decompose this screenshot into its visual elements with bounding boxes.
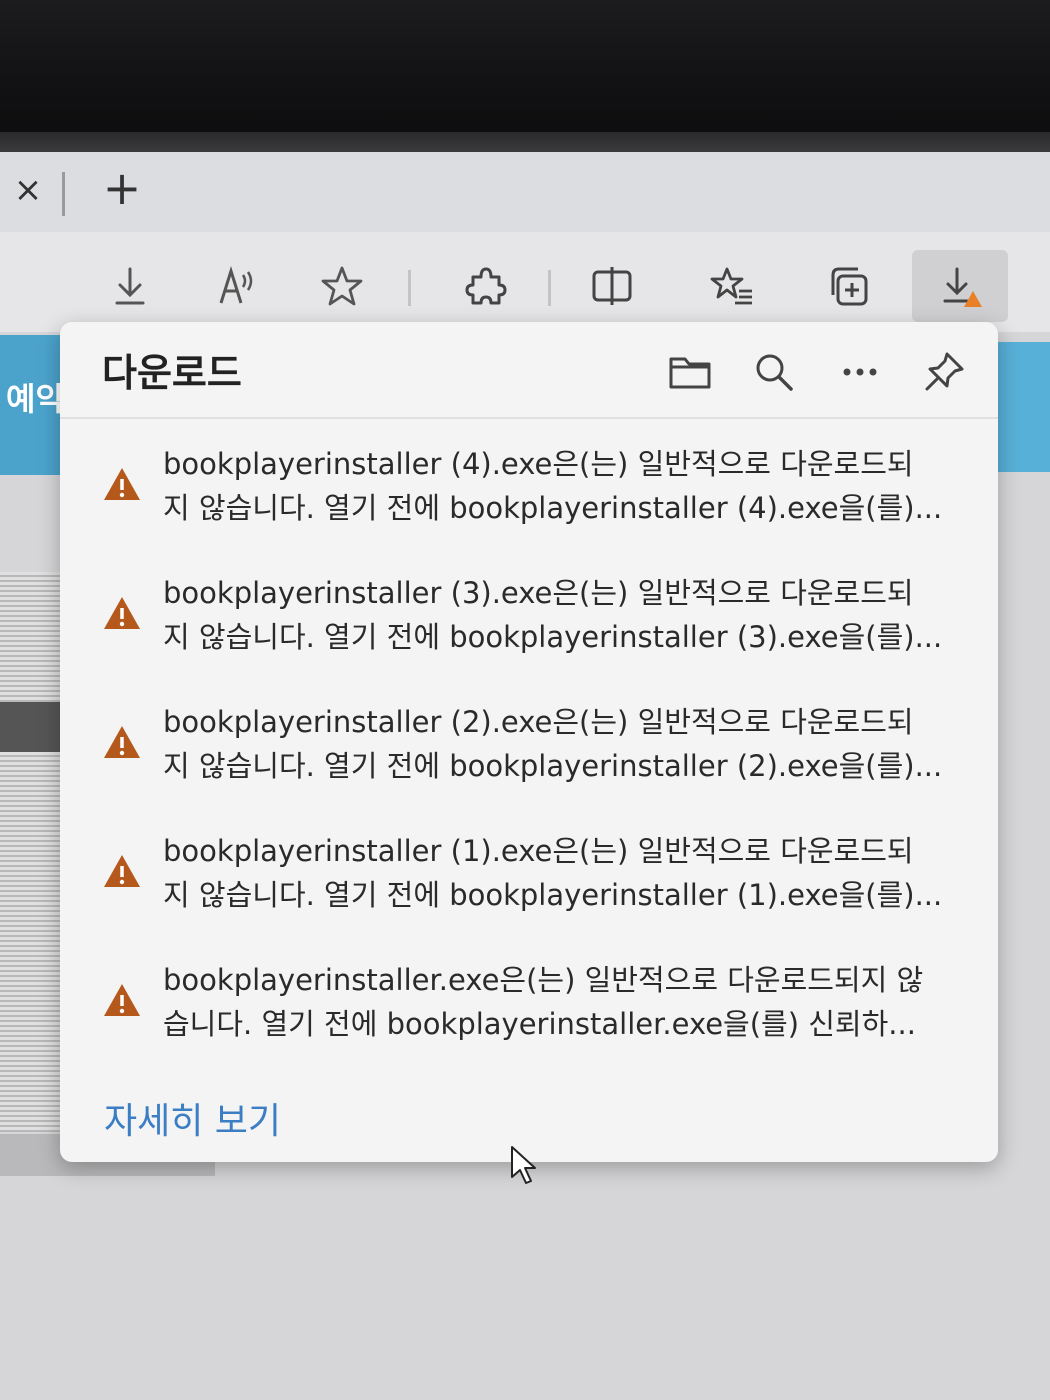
- search-icon[interactable]: [748, 346, 800, 398]
- download-item-text: bookplayerinstaller.exe은(는) 일반적으로 다운로드되지…: [163, 958, 983, 1046]
- tab-close-button[interactable]: ×: [8, 170, 48, 210]
- page-left-text: 예약: [6, 380, 65, 418]
- browser-toolbar: [0, 232, 1050, 332]
- download-icon[interactable]: [102, 258, 158, 314]
- download-item[interactable]: bookplayerinstaller (4).exe은(는) 일반적으로 다운…: [60, 442, 998, 571]
- page-right-banner: [995, 342, 1050, 472]
- download-item-line1: bookplayerinstaller (2).exe은(는) 일반적으로 다운…: [163, 705, 914, 739]
- see-more-link[interactable]: 자세히 보기: [104, 1092, 281, 1144]
- favorites-list-icon[interactable]: [704, 258, 760, 314]
- extensions-icon[interactable]: [458, 258, 514, 314]
- download-item-text: bookplayerinstaller (2).exe은(는) 일반적으로 다운…: [163, 700, 983, 788]
- downloads-warning-icon[interactable]: [912, 250, 1008, 322]
- tab-separator: [62, 172, 65, 216]
- monitor-bezel: [0, 0, 1050, 150]
- toolbar-divider: [408, 270, 411, 306]
- download-item-line1: bookplayerinstaller (1).exe은(는) 일반적으로 다운…: [163, 834, 914, 868]
- new-tab-button[interactable]: +: [100, 165, 144, 211]
- pin-icon[interactable]: [918, 346, 970, 398]
- tab-strip: × +: [0, 152, 1050, 232]
- toolbar-divider: [548, 270, 551, 306]
- downloads-header: 다운로드: [60, 322, 998, 419]
- warning-icon: [104, 726, 140, 758]
- monitor-bezel-edge: [0, 132, 1050, 154]
- download-item[interactable]: bookplayerinstaller (2).exe은(는) 일반적으로 다운…: [60, 700, 998, 829]
- page-left-content: [0, 572, 62, 1132]
- downloads-title: 다운로드: [102, 351, 242, 395]
- download-item-line1: bookplayerinstaller.exe은(는) 일반적으로 다운로드되지…: [163, 963, 924, 997]
- download-item[interactable]: bookplayerinstaller (3).exe은(는) 일반적으로 다운…: [60, 571, 998, 700]
- mouse-cursor-icon: [511, 1146, 536, 1184]
- download-item-line2: 지 않습니다. 열기 전에 bookplayerinstaller (3).ex…: [163, 620, 943, 654]
- split-screen-icon[interactable]: [584, 258, 640, 314]
- downloads-list: bookplayerinstaller (4).exe은(는) 일반적으로 다운…: [60, 442, 998, 1087]
- download-item[interactable]: bookplayerinstaller.exe은(는) 일반적으로 다운로드되지…: [60, 958, 998, 1087]
- download-item-text: bookplayerinstaller (1).exe은(는) 일반적으로 다운…: [163, 829, 983, 917]
- download-item-line2: 습니다. 열기 전에 bookplayerinstaller.exe을(를) 신…: [163, 1007, 916, 1041]
- collections-icon[interactable]: [820, 258, 876, 314]
- warning-icon: [104, 597, 140, 629]
- warning-icon: [104, 855, 140, 887]
- download-item-line2: 지 않습니다. 열기 전에 bookplayerinstaller (4).ex…: [163, 491, 943, 525]
- downloads-flyout: 다운로드 bookplayerinstaller (4).exe은(는) 일반적…: [60, 322, 998, 1162]
- warning-icon: [104, 984, 140, 1016]
- read-aloud-icon[interactable]: [208, 258, 264, 314]
- favorite-star-icon[interactable]: [314, 258, 370, 314]
- download-item-text: bookplayerinstaller (3).exe은(는) 일반적으로 다운…: [163, 571, 983, 659]
- download-item-line2: 지 않습니다. 열기 전에 bookplayerinstaller (1).ex…: [163, 878, 943, 912]
- warning-icon: [104, 468, 140, 500]
- more-icon[interactable]: [834, 346, 886, 398]
- download-item-line1: bookplayerinstaller (3).exe은(는) 일반적으로 다운…: [163, 576, 914, 610]
- download-item[interactable]: bookplayerinstaller (1).exe은(는) 일반적으로 다운…: [60, 829, 998, 958]
- download-item-line2: 지 않습니다. 열기 전에 bookplayerinstaller (2).ex…: [163, 749, 943, 783]
- folder-icon[interactable]: [664, 346, 716, 398]
- download-item-line1: bookplayerinstaller (4).exe은(는) 일반적으로 다운…: [163, 447, 914, 481]
- page-left-block: [0, 702, 62, 752]
- download-item-text: bookplayerinstaller (4).exe은(는) 일반적으로 다운…: [163, 442, 983, 530]
